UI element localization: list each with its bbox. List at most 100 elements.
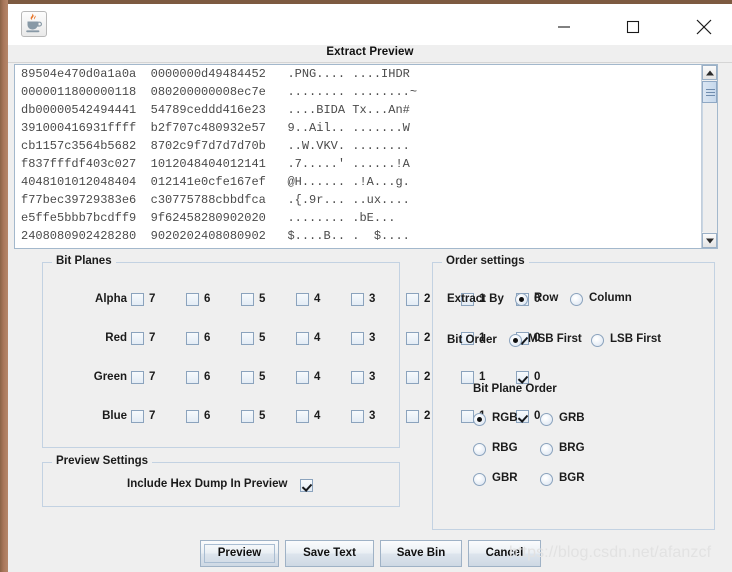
- cancel-button[interactable]: Cancel: [468, 540, 541, 567]
- bit-number-label: 4: [314, 293, 320, 305]
- bit-checkbox-blue-5[interactable]: 5: [241, 408, 281, 428]
- title-bar: [8, 4, 732, 45]
- hex-dump-line: 89504e470d0a1a0a 0000000d49484452 .PNG..…: [15, 65, 703, 83]
- checkbox-indicator: [296, 371, 309, 384]
- bit-checkbox-blue-7[interactable]: 7: [131, 408, 171, 428]
- checkbox-indicator: [241, 293, 254, 306]
- close-button[interactable]: [681, 8, 727, 46]
- checkbox-indicator: [406, 371, 419, 384]
- bit-number-label: 7: [149, 371, 155, 383]
- save-bin-button-label: Save Bin: [397, 547, 446, 559]
- bit-number-label: 4: [314, 371, 320, 383]
- bit-number-label: 7: [149, 293, 155, 305]
- scrollbar-thumb[interactable]: [702, 81, 717, 103]
- bit-number-label: 6: [204, 371, 210, 383]
- scrollbar-track[interactable]: [702, 103, 717, 232]
- minimize-button[interactable]: [541, 8, 587, 46]
- bit-plane-order-label: GRB: [559, 412, 585, 424]
- bit-plane-channel-label: Red: [55, 332, 127, 344]
- close-icon: [694, 17, 714, 37]
- bit-checkbox-blue-3[interactable]: 3: [351, 408, 391, 428]
- cancel-button-label: Cancel: [486, 547, 524, 559]
- bit-number-label: 2: [424, 410, 430, 422]
- radio-indicator: [540, 413, 553, 426]
- bit-plane-row-red: Red76543210: [43, 330, 401, 350]
- bit-plane-order-label: GBR: [492, 472, 518, 484]
- bit-number-label: 2: [424, 293, 430, 305]
- checkbox-indicator: [241, 371, 254, 384]
- bit-plane-channel-label: Blue: [55, 410, 127, 422]
- bit-checkbox-red-3[interactable]: 3: [351, 330, 391, 350]
- checkbox-indicator: [296, 293, 309, 306]
- bit-number-label: 3: [369, 332, 375, 344]
- hex-dump-line: e5ffe5bbb7bcdff9 9f62458280902020 ......…: [15, 209, 703, 227]
- bit-number-label: 5: [259, 332, 265, 344]
- save-bin-button[interactable]: Save Bin: [380, 540, 462, 567]
- maximize-button[interactable]: [610, 8, 656, 46]
- radio-indicator: [473, 443, 486, 456]
- extract-preview-dialog: Extract Preview 89504e470d0a1a0a 0000000…: [0, 0, 732, 572]
- bit-checkbox-green-3[interactable]: 3: [351, 369, 391, 389]
- bit-checkbox-red-4[interactable]: 4: [296, 330, 336, 350]
- java-coffee-cup-icon: [21, 11, 47, 37]
- bit-checkbox-red-5[interactable]: 5: [241, 330, 281, 350]
- bit-checkbox-blue-4[interactable]: 4: [296, 408, 336, 428]
- radio-indicator: [540, 473, 553, 486]
- include-hex-dump-checkbox[interactable]: [300, 479, 313, 492]
- checkbox-indicator: [351, 410, 364, 423]
- checkbox-indicator: [186, 371, 199, 384]
- radio-indicator: [509, 334, 522, 347]
- bit-plane-channel-label: Alpha: [55, 293, 127, 305]
- bit-order-label: Bit Order: [447, 334, 497, 346]
- bit-planes-legend: Bit Planes: [52, 255, 116, 267]
- bit-number-label: 7: [149, 332, 155, 344]
- bit-checkbox-alpha-3[interactable]: 3: [351, 291, 391, 311]
- maximize-icon: [625, 19, 641, 35]
- checkbox-indicator: [186, 332, 199, 345]
- include-hex-dump-label: Include Hex Dump In Preview: [127, 478, 287, 490]
- bit-checkbox-red-7[interactable]: 7: [131, 330, 171, 350]
- checkbox-indicator: [241, 410, 254, 423]
- bit-number-label: 4: [314, 332, 320, 344]
- bit-number-label: 6: [204, 293, 210, 305]
- bit-checkbox-green-7[interactable]: 7: [131, 369, 171, 389]
- checkbox-indicator: [406, 410, 419, 423]
- bit-number-label: 2: [424, 332, 430, 344]
- bit-checkbox-red-6[interactable]: 6: [186, 330, 226, 350]
- page-title: Extract Preview: [8, 46, 732, 58]
- scroll-up-arrow-icon[interactable]: [702, 65, 717, 80]
- extract-by-column-label: Column: [589, 292, 632, 304]
- save-text-button[interactable]: Save Text: [285, 540, 374, 567]
- bit-checkbox-alpha-5[interactable]: 5: [241, 291, 281, 311]
- bit-plane-order-label: RBG: [492, 442, 518, 454]
- bit-checkbox-blue-6[interactable]: 6: [186, 408, 226, 428]
- hex-dump-text[interactable]: 89504e470d0a1a0a 0000000d49484452 .PNG..…: [15, 65, 703, 248]
- radio-indicator: [473, 413, 486, 426]
- preview-button[interactable]: Preview: [200, 540, 279, 567]
- scroll-down-arrow-icon[interactable]: [702, 233, 717, 248]
- bit-planes-group: Bit Planes Alpha76543210Red76543210Green…: [42, 262, 400, 448]
- radio-indicator: [473, 473, 486, 486]
- radio-indicator: [591, 334, 604, 347]
- bit-checkbox-green-5[interactable]: 5: [241, 369, 281, 389]
- hex-dump-line: 0000011800000118 080200000008ec7e ......…: [15, 83, 703, 101]
- checkbox-indicator: [351, 293, 364, 306]
- bit-checkbox-green-6[interactable]: 6: [186, 369, 226, 389]
- checkbox-indicator: [131, 293, 144, 306]
- bit-checkbox-green-4[interactable]: 4: [296, 369, 336, 389]
- bit-number-label: 5: [259, 410, 265, 422]
- hex-dump-scrollbar[interactable]: [701, 65, 717, 248]
- radio-indicator: [515, 293, 528, 306]
- bit-plane-order-label: BRG: [559, 442, 585, 454]
- bit-checkbox-alpha-4[interactable]: 4: [296, 291, 336, 311]
- bit-checkbox-alpha-6[interactable]: 6: [186, 291, 226, 311]
- hex-dump-line: cb1157c3564b5682 8702c9f7d7d7d70b ..W.VK…: [15, 137, 703, 155]
- hex-dump-panel: 89504e470d0a1a0a 0000000d49484452 .PNG..…: [14, 64, 718, 249]
- bit-plane-row-green: Green76543210: [43, 369, 401, 389]
- bit-plane-row-alpha: Alpha76543210: [43, 291, 401, 311]
- checkbox-indicator: [186, 410, 199, 423]
- bit-plane-order-label: RGB: [492, 412, 518, 424]
- preview-settings-legend: Preview Settings: [52, 455, 152, 467]
- bit-checkbox-alpha-7[interactable]: 7: [131, 291, 171, 311]
- bit-order-msb-label: MSB First: [528, 333, 582, 345]
